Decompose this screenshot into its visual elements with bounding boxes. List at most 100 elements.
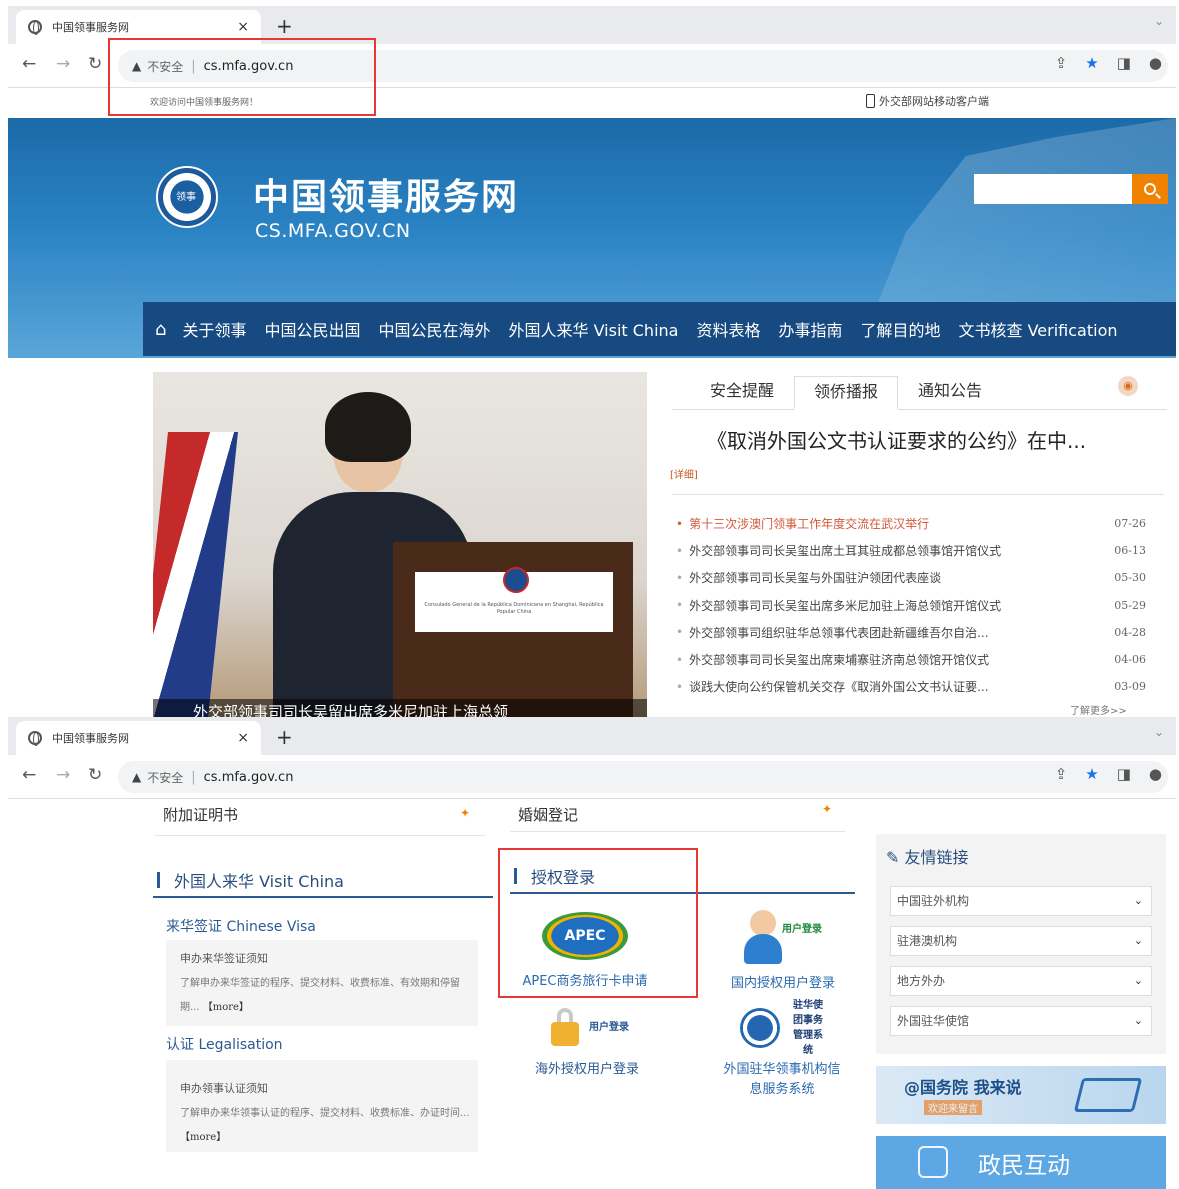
search-input[interactable] (974, 174, 1132, 204)
apec-logo-icon: APEC (542, 912, 628, 960)
apec-card-application[interactable]: APEC APEC商务旅行卡申请 (508, 912, 662, 992)
select-china-missions[interactable]: 中国驻外机构 ⌄ (890, 886, 1152, 916)
list-item[interactable]: • 谈践大使向公约保管机关交存《取消外国公文书认证要... 03-09 (676, 673, 1146, 700)
back-button[interactable]: ← (22, 54, 36, 74)
nav-item-about[interactable]: 关于领事 (182, 317, 246, 341)
close-tab-icon[interactable]: × (237, 730, 249, 746)
warning-icon: ▲ (132, 59, 142, 73)
browser-toolbar-2: ← → ↻ ▲ 不安全 | cs.mfa.gov.cn ⇪ ★ ◨ ● (8, 755, 1176, 799)
list-item[interactable]: • 第十三次涉澳门领事工作年度交流在武汉举行 07-26 (676, 510, 1146, 537)
side-panel-icon[interactable]: ◨ (1117, 765, 1131, 783)
overseas-user-login[interactable]: 用户登录 海外授权用户登录 (520, 1004, 654, 1080)
browser-tab[interactable]: 中国领事服务网 × (16, 10, 261, 44)
toolbar-icons: ⇪ ★ ◨ ● (1055, 765, 1162, 783)
great-wall-decoration (876, 118, 1176, 308)
more-news-link[interactable]: 了解更多>> (1070, 702, 1127, 717)
back-button[interactable]: ← (22, 765, 36, 785)
globe-icon (28, 20, 42, 35)
browser-tab-bar-2: 中国领事服务网 × + ⌄ (8, 717, 1176, 755)
phone-icon (866, 94, 875, 108)
new-tab-button[interactable]: + (276, 14, 293, 38)
search-button[interactable] (1132, 174, 1168, 204)
star-icon: ✦ (822, 802, 833, 816)
domestic-user-login[interactable]: 用户登录 国内授权用户登录 (718, 908, 848, 994)
rss-icon[interactable]: ◉ (1118, 376, 1138, 396)
visit-china-heading: 外国人来华 Visit China (153, 864, 493, 898)
globe-icon (28, 731, 42, 746)
mobile-client-link[interactable]: 外交部网站移动客户端 (866, 93, 989, 109)
list-item[interactable]: • 外交部领事司组织驻华总领事代表团赴新疆维吾尔自治... 04-28 (676, 619, 1146, 646)
tab-safety-alerts[interactable]: 安全提醒 (692, 376, 792, 410)
profile-icon[interactable]: ● (1149, 765, 1162, 783)
main-nav: ⌂ 关于领事 中国公民出国 中国公民在海外 外国人来华 Visit China … (143, 302, 1176, 356)
nav-item-destinations[interactable]: 了解目的地 (861, 317, 941, 341)
tab-search-chevron-icon[interactable]: ⌄ (1154, 725, 1164, 739)
nav-item-guide[interactable]: 办事指南 (778, 317, 842, 341)
visa-link[interactable]: 来华签证 Chinese Visa (166, 916, 316, 936)
select-hk-macao[interactable]: 驻港澳机构 ⌄ (890, 926, 1152, 956)
new-tab-button[interactable]: + (276, 725, 293, 749)
url-text: cs.mfa.gov.cn (203, 58, 294, 74)
foreign-consulate-system[interactable]: 驻华使团事务管理系统 外国驻华领事机构信息服务系统 (716, 1000, 848, 1100)
profile-icon[interactable]: ● (1149, 54, 1162, 72)
tab-search-chevron-icon[interactable]: ⌄ (1154, 14, 1164, 28)
list-item[interactable]: • 外交部领事司司长吴玺出席土耳其驻成都总领事馆开馆仪式 06-13 (676, 537, 1146, 564)
list-item[interactable]: • 外交部领事司司长吴玺与外国驻沪领团代表座谈 05-30 (676, 564, 1146, 591)
tab-consular-news[interactable]: 领侨播报 (794, 376, 898, 410)
coat-of-arms-icon (503, 567, 529, 593)
select-foreign-embassies[interactable]: 外国驻华使馆 ⌄ (890, 1006, 1152, 1036)
reload-button[interactable]: ↻ (88, 54, 102, 74)
legalisation-link[interactable]: 认证 Legalisation (166, 1034, 283, 1054)
feature-photo[interactable]: Consulado General de la República Domini… (153, 372, 647, 717)
more-link[interactable]: 【more】 (180, 1132, 226, 1143)
side-panel-icon[interactable]: ◨ (1117, 54, 1131, 72)
news-tabs: 安全提醒 领侨播报 通知公告 (672, 370, 1167, 410)
consular-emblem-logo (156, 166, 218, 228)
url-text: cs.mfa.gov.cn (203, 769, 294, 785)
list-item[interactable]: • 外交部领事司司长吴玺出席柬埔寨驻济南总领馆开馆仪式 04-06 (676, 646, 1146, 673)
share-icon[interactable]: ⇪ (1055, 54, 1068, 72)
more-link[interactable]: 【more】 (203, 1002, 249, 1013)
tab-notices[interactable]: 通知公告 (898, 376, 1002, 410)
search-icon (1144, 183, 1156, 195)
legalisation-info-box: 申办领事认证须知 了解申办来华领事认证的程序、提交材料、收费标准、办证时间...… (166, 1060, 478, 1152)
nav-item-citizens-overseas[interactable]: 中国公民在海外 (378, 317, 490, 341)
toolbar-icons: ⇪ ★ ◨ ● (1055, 54, 1162, 72)
news-headline[interactable]: 《取消外国公文书认证要求的公约》在中... (707, 425, 1086, 454)
globe-emblem-icon: 驻华使团事务管理系统 (732, 1000, 832, 1056)
feature-caption[interactable]: 外交部领事司司长吴留出席多米尼加驻上海总领 (153, 699, 647, 717)
select-local-fao[interactable]: 地方外办 ⌄ (890, 966, 1152, 996)
close-tab-icon[interactable]: × (237, 19, 249, 35)
welcome-text: 欢迎访问中国领事服务网！ (150, 98, 259, 108)
browser-tab-bar: 中国领事服务网 × + ⌄ (8, 6, 1176, 44)
browser-tab-2[interactable]: 中国领事服务网 × (16, 721, 261, 755)
tab-title: 中国领事服务网 (52, 732, 129, 745)
link-icon: ✎ (886, 848, 905, 867)
bookmark-star-icon[interactable]: ★ (1085, 54, 1098, 72)
marriage-card[interactable]: 婚姻登记 ✦ (510, 798, 845, 832)
address-bar[interactable]: ▲ 不安全 | cs.mfa.gov.cn (118, 761, 1168, 793)
nav-item-verification[interactable]: 文书核查 Verification (959, 317, 1118, 341)
tab-title: 中国领事服务网 (52, 21, 129, 34)
nav-item-forms[interactable]: 资料表格 (696, 317, 760, 341)
flag-decoration (153, 432, 238, 717)
nav-item-citizens-abroad-going[interactable]: 中国公民出国 (264, 317, 360, 341)
list-item[interactable]: • 外交部领事司司长吴玺出席多米尼加驻上海总领馆开馆仪式 05-29 (676, 592, 1146, 619)
bookmark-star-icon[interactable]: ★ (1085, 765, 1098, 783)
forward-button[interactable]: → (56, 54, 70, 74)
citizen-interaction-button[interactable]: 政民互动 (876, 1136, 1166, 1189)
state-council-banner[interactable]: @国务院 我来说 欢迎来留言 (876, 1066, 1166, 1124)
user-service-icon: 用户登录 (738, 908, 828, 966)
people-icon (918, 1146, 948, 1178)
browser-toolbar: ← → ↻ ▲ 不安全 | cs.mfa.gov.cn ⇪ ★ ◨ ● (8, 44, 1176, 88)
nav-item-visit-china[interactable]: 外国人来华 Visit China (508, 317, 678, 341)
home-icon[interactable]: ⌂ (155, 319, 166, 340)
site-domain: CS.MFA.GOV.CN (255, 220, 411, 242)
detail-link[interactable]: [详细] (670, 466, 698, 481)
forward-button[interactable]: → (56, 765, 70, 785)
address-bar[interactable]: ▲ 不安全 | cs.mfa.gov.cn (118, 50, 1168, 82)
share-icon[interactable]: ⇪ (1055, 765, 1068, 783)
reload-button[interactable]: ↻ (88, 765, 102, 785)
warning-icon: ▲ (132, 770, 142, 784)
apostille-card[interactable]: 附加证明书 ✦ (155, 798, 485, 836)
